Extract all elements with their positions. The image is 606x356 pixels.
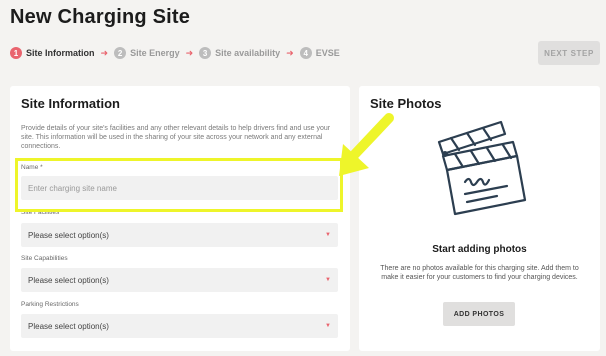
caret-down-icon: ▼: [325, 277, 331, 283]
step-number: 4: [299, 47, 312, 59]
select-value: Please select option(s): [28, 275, 109, 285]
callout-arrow-icon: [339, 113, 394, 176]
highlight-box: [15, 158, 343, 212]
select-value: Please select option(s): [28, 321, 109, 331]
step-number: 1: [10, 47, 22, 59]
select-value: Please select option(s): [28, 230, 109, 240]
site-information-card: Site Information Provide details of your…: [10, 86, 350, 351]
arrow-right-icon: ➜: [286, 47, 294, 58]
caret-down-icon: ▼: [325, 232, 331, 238]
step-label: Site availability: [215, 48, 281, 58]
step-label: Site Energy: [130, 48, 180, 58]
step-label: EVSE: [315, 48, 340, 58]
site-photos-card: Site Photos Start adding photos There ar…: [359, 86, 600, 351]
page-title: New Charging Site: [10, 6, 191, 28]
step-number: 2: [114, 47, 127, 59]
step-site-information[interactable]: 1 Site Information: [10, 47, 95, 59]
step-site-availability[interactable]: 3 Site availability: [199, 47, 280, 59]
parking-restrictions-label: Parking Restrictions: [21, 301, 79, 308]
step-evse[interactable]: 4 EVSE: [299, 47, 340, 59]
step-site-energy[interactable]: 2 Site Energy: [114, 47, 180, 59]
no-photos-text: There are no photos available for this c…: [380, 265, 579, 281]
caret-down-icon: ▼: [325, 323, 331, 329]
clapperboard-icon: [437, 120, 527, 216]
arrow-right-icon: ➜: [185, 47, 194, 58]
site-information-description: Provide details of your site's facilitie…: [21, 125, 331, 150]
arrow-right-icon: ➜: [100, 47, 109, 58]
stepper: 1 Site Information ➜ 2 Site Energy ➜ 3 S…: [10, 46, 340, 60]
parking-restrictions-select[interactable]: Please select option(s) ▼: [21, 314, 338, 338]
site-capabilities-label: Site Capabilities: [21, 255, 68, 262]
site-information-heading: Site Information: [21, 96, 120, 111]
step-number: 3: [199, 47, 212, 59]
site-photos-heading: Site Photos: [370, 96, 442, 111]
step-label: Site Information: [26, 48, 95, 58]
site-capabilities-select[interactable]: Please select option(s) ▼: [21, 268, 338, 292]
next-step-button[interactable]: NEXT STEP: [538, 41, 600, 65]
site-facilities-select[interactable]: Please select option(s) ▼: [21, 223, 338, 247]
start-adding-photos-title: Start adding photos: [432, 244, 527, 255]
add-photos-button[interactable]: ADD PHOTOS: [443, 302, 515, 326]
